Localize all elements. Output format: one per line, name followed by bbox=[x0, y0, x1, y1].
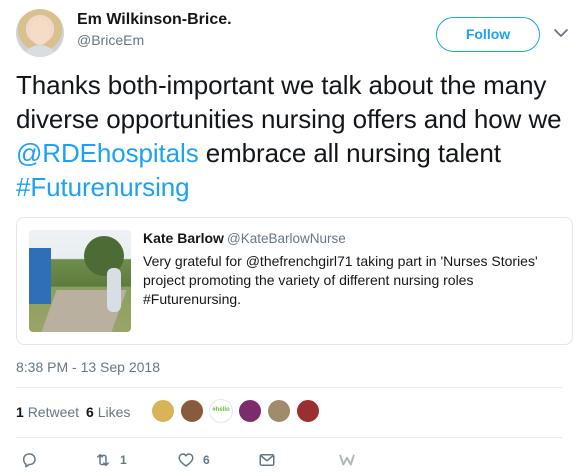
follow-button[interactable]: Follow bbox=[436, 17, 540, 52]
tweet-actions: 1 6 bbox=[16, 448, 562, 472]
retweet-count: 1 bbox=[120, 453, 127, 467]
author-name[interactable]: Em Wilkinson-Brice. bbox=[77, 11, 232, 29]
moments-action[interactable] bbox=[338, 448, 356, 472]
like-action[interactable]: 6 bbox=[177, 448, 210, 472]
tweet-text-part: Thanks both-important we talk about the … bbox=[16, 70, 562, 134]
tweet-text-part: embrace all nursing talent bbox=[198, 138, 501, 168]
author-avatar[interactable] bbox=[16, 9, 64, 57]
retweet-action[interactable]: 1 bbox=[94, 448, 127, 472]
liker-avatar-5[interactable] bbox=[267, 399, 291, 423]
quoted-author-handle: @KateBarlowNurse bbox=[227, 231, 346, 246]
divider bbox=[16, 437, 562, 438]
liker-avatar-2[interactable] bbox=[180, 399, 204, 423]
author-handle[interactable]: @BriceEm bbox=[77, 32, 144, 48]
envelope-icon bbox=[259, 454, 275, 466]
quoted-author-name: Kate Barlow bbox=[143, 230, 224, 246]
avatar-shoulders bbox=[22, 45, 58, 57]
liker-avatar-4[interactable] bbox=[238, 399, 262, 423]
tweet-text: Thanks both-important we talk about the … bbox=[16, 68, 562, 204]
quoted-tweet-text: Very grateful for @thefrenchgirl71 takin… bbox=[143, 253, 538, 307]
likes-stat[interactable]: 6 Likes bbox=[86, 404, 130, 420]
likes-stat-count: 6 bbox=[86, 404, 94, 420]
moments-w-icon bbox=[339, 454, 355, 466]
reply-icon bbox=[23, 453, 36, 468]
heart-icon bbox=[178, 453, 194, 467]
tweet-stats: 1 Retweet 6 Likes #hello bbox=[16, 397, 562, 425]
likes-stat-label: Likes bbox=[97, 404, 131, 420]
quoted-tweet[interactable]: Kate Barlow @KateBarlowNurse Very gratef… bbox=[16, 217, 573, 345]
tweet-timestamp[interactable]: 8:38 PM - 13 Sep 2018 bbox=[16, 359, 160, 375]
avatar-face bbox=[30, 19, 50, 45]
divider bbox=[16, 387, 562, 388]
retweet-stat-count: 1 bbox=[16, 404, 24, 420]
tweet-header: Em Wilkinson-Brice. @BriceEm Follow bbox=[16, 8, 568, 57]
hashtag-link[interactable]: #Futurenursing bbox=[16, 172, 190, 202]
like-count: 6 bbox=[203, 453, 210, 467]
retweet-icon bbox=[97, 454, 109, 466]
image-person bbox=[107, 268, 121, 312]
reply-action[interactable] bbox=[20, 448, 46, 472]
mention-link[interactable]: @RDEhospitals bbox=[16, 138, 199, 168]
retweet-stat[interactable]: 1 Retweet bbox=[16, 404, 79, 420]
direct-message-action[interactable] bbox=[258, 448, 284, 472]
liker-avatar-1[interactable] bbox=[151, 399, 175, 423]
retweet-stat-label: Retweet bbox=[27, 404, 80, 420]
quoted-tweet-image[interactable] bbox=[29, 230, 131, 332]
liker-avatar-6[interactable] bbox=[296, 399, 320, 423]
chevron-down-icon[interactable] bbox=[552, 24, 570, 42]
liker-avatar-3[interactable]: #hello bbox=[209, 399, 233, 423]
image-tent bbox=[29, 248, 51, 304]
liker-avatar-text: #hello bbox=[212, 407, 230, 413]
